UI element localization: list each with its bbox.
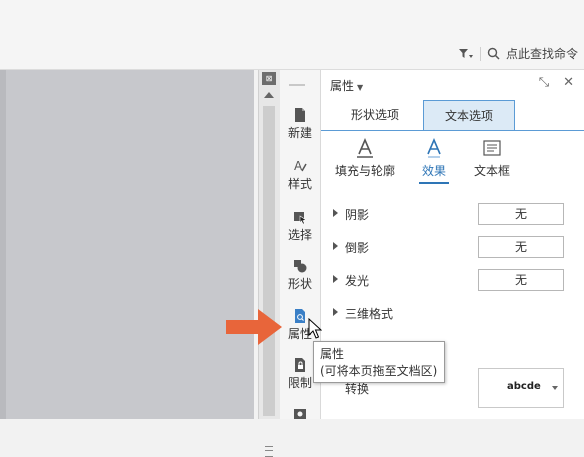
- effect-row-3d-format: 三维格式: [321, 302, 584, 324]
- fill-outline-icon: [357, 138, 373, 158]
- effect-row-reflection: 倒影 无: [321, 236, 584, 258]
- expand-triangle-icon[interactable]: [333, 275, 338, 283]
- effect-row-glow: 发光 无: [321, 269, 584, 291]
- mouse-cursor-icon: [308, 318, 322, 339]
- expand-triangle-icon[interactable]: [333, 209, 338, 217]
- tooltip-description: (可将本页拖至文档区): [320, 364, 438, 378]
- scroll-grip-icon[interactable]: [265, 446, 273, 457]
- transform-preset-dropdown[interactable]: abcde: [478, 368, 564, 408]
- sidebar-item-new[interactable]: 新建: [280, 108, 320, 141]
- scroll-thumb[interactable]: [263, 106, 275, 416]
- undock-icon[interactable]: ⤡: [539, 75, 549, 90]
- sidebar-item-select[interactable]: 选择: [280, 210, 320, 243]
- effect-label[interactable]: 倒影: [345, 239, 369, 256]
- toolbar-divider: [479, 46, 481, 61]
- tab-shape-options[interactable]: 形状选项: [335, 100, 415, 130]
- shapes-icon: [294, 260, 307, 273]
- orange-arrow-icon: [226, 309, 282, 345]
- svg-text:A: A: [294, 159, 303, 173]
- new-document-icon: [295, 108, 305, 122]
- effect-row-shadow: 阴影 无: [321, 203, 584, 225]
- subtab-label: 效果: [419, 162, 449, 184]
- vertical-scrollbar[interactable]: ⊠: [258, 70, 281, 457]
- search-icon[interactable]: [487, 47, 500, 60]
- top-tools: 点此查找命令: [458, 45, 578, 62]
- effect-label[interactable]: 阴影: [345, 206, 369, 223]
- effect-label[interactable]: 发光: [345, 272, 369, 289]
- canvas-edge: [0, 70, 6, 419]
- drag-handle[interactable]: [289, 84, 305, 86]
- panel-title[interactable]: 属性 ▼: [330, 77, 363, 94]
- chevron-down-icon[interactable]: ▼: [357, 83, 363, 92]
- text-effects-icon: [427, 138, 441, 158]
- transform-preset-value: abcde: [507, 381, 541, 392]
- sidebar-item-label: 选择: [287, 228, 312, 242]
- properties-tooltip: 属性 (可将本页拖至文档区): [313, 341, 445, 383]
- sidebar-item-label: 限制: [287, 376, 312, 390]
- sidebar-item-label: 样式: [287, 177, 312, 191]
- camera-icon: [294, 409, 306, 419]
- glow-preset-button[interactable]: 无: [478, 269, 564, 291]
- scroll-up-icon[interactable]: [264, 92, 274, 98]
- tooltip-title: 属性: [320, 347, 345, 361]
- effect-subtabs: 填充与轮廓 效果 文本框: [321, 138, 584, 184]
- find-command-input[interactable]: 点此查找命令: [506, 45, 578, 62]
- expand-triangle-icon[interactable]: [333, 308, 338, 316]
- sidebar-item-style[interactable]: A 样式: [280, 159, 320, 192]
- filter-dropdown-icon[interactable]: [458, 48, 474, 60]
- panel-title-text: 属性: [330, 79, 355, 93]
- sidebar-item-more[interactable]: [280, 406, 320, 422]
- subtab-textbox[interactable]: 文本框: [471, 138, 513, 182]
- subtab-label: 文本框: [473, 164, 510, 178]
- reflection-preset-button[interactable]: 无: [478, 236, 564, 258]
- subtab-effects[interactable]: 效果: [419, 138, 449, 184]
- chevron-down-icon[interactable]: [552, 386, 558, 390]
- document-canvas[interactable]: [0, 70, 254, 419]
- sidebar-item-label: 形状: [287, 277, 312, 291]
- sidebar-item-shapes[interactable]: 形状: [280, 259, 320, 292]
- restrict-icon: [295, 358, 305, 372]
- shadow-preset-button[interactable]: 无: [478, 203, 564, 225]
- subtab-label: 填充与轮廓: [334, 164, 395, 178]
- sidebar-item-label: 新建: [287, 126, 312, 140]
- select-icon: [294, 212, 307, 224]
- style-icon: A: [294, 159, 307, 173]
- effect-label[interactable]: 三维格式: [345, 305, 393, 322]
- properties-icon: [295, 309, 305, 323]
- tab-text-options[interactable]: 文本选项: [423, 100, 515, 130]
- expand-triangle-icon[interactable]: [333, 242, 338, 250]
- split-view-icon[interactable]: ⊠: [262, 72, 276, 85]
- close-icon[interactable]: ✕: [563, 75, 574, 90]
- textbox-icon: [483, 140, 501, 156]
- top-toolbar: 点此查找命令: [0, 0, 584, 70]
- panel-tabs: 形状选项 文本选项: [321, 100, 584, 131]
- subtab-fill-outline[interactable]: 填充与轮廓: [333, 138, 397, 182]
- panel-controls: ⤡ ✕: [539, 75, 574, 90]
